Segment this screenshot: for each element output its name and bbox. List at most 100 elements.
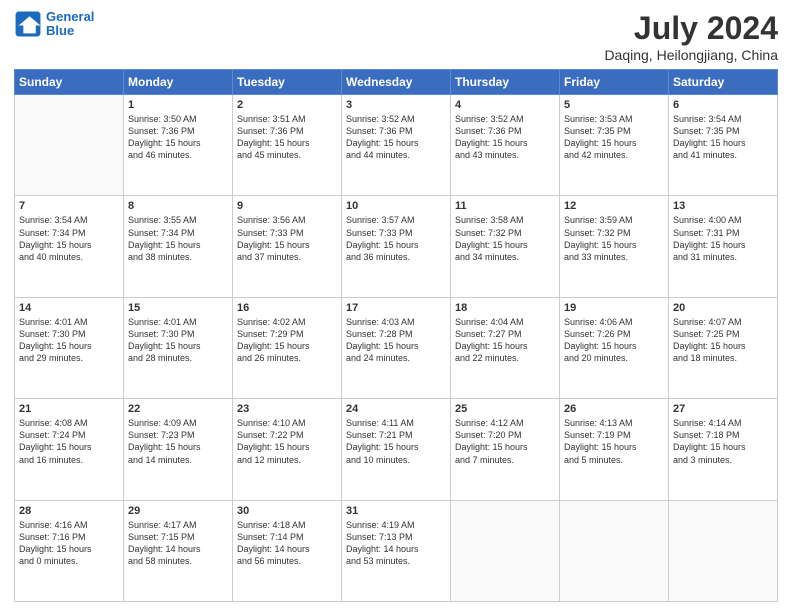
day-number: 13 (673, 200, 773, 212)
calendar-cell-3-6: 27 Sunrise: 4:14 AM Sunset: 7:18 PM Dayli… (669, 399, 778, 500)
calendar-cell-0-6: 6Sunrise: 3:54 AM Sunset: 7:35 PM Daylig… (669, 95, 778, 196)
day-info: Sunrise: 4:02 AM Sunset: 7:29 PM Dayligh… (237, 316, 337, 365)
calendar-cell-4-5 (560, 500, 669, 601)
calendar-cell-2-5: 19Sunrise: 4:06 AM Sunset: 7:26 PM Dayli… (560, 297, 669, 398)
day-number: 8 (128, 200, 228, 212)
day-info: Sunrise: 4:01 AM Sunset: 7:30 PM Dayligh… (128, 316, 228, 365)
calendar-cell-4-1: 29 Sunrise: 4:17 AM Sunset: 7:15 PM Dayli… (124, 500, 233, 601)
day-info: Sunrise: 4:17 AM Sunset: 7:15 PM Dayligh… (128, 519, 228, 568)
day-number: 12 (564, 200, 664, 212)
calendar-cell-4-6 (669, 500, 778, 601)
day-info: Sunrise: 3:58 AM Sunset: 7:32 PM Dayligh… (455, 214, 555, 263)
header-tuesday: Tuesday (233, 70, 342, 95)
header-friday: Friday (560, 70, 669, 95)
logo: General Blue (14, 10, 94, 39)
calendar-row-4: 28Sunrise: 4:16 AM Sunset: 7:16 PM Dayli… (15, 500, 778, 601)
calendar-cell-0-1: 1 Sunrise: 3:50 AM Sunset: 7:36 PM Daylig… (124, 95, 233, 196)
day-number: 24 (346, 403, 446, 415)
calendar-cell-4-2: 30 Sunrise: 4:18 AM Sunset: 7:14 PM Dayli… (233, 500, 342, 601)
day-number: 14 (19, 302, 119, 314)
day-number: 10 (346, 200, 446, 212)
logo-line2: Blue (46, 23, 74, 38)
day-number: 7 (19, 200, 119, 212)
calendar-row-0: 1 Sunrise: 3:50 AM Sunset: 7:36 PM Daylig… (15, 95, 778, 196)
main-title: July 2024 (604, 10, 778, 47)
calendar-table: Sunday Monday Tuesday Wednesday Thursday… (14, 69, 778, 602)
page: General Blue July 2024 Daqing, Heilongji… (0, 0, 792, 612)
day-info: Sunrise: 3:50 AM Sunset: 7:36 PM Dayligh… (128, 113, 228, 162)
calendar-row-1: 7Sunrise: 3:54 AM Sunset: 7:34 PM Daylig… (15, 196, 778, 297)
day-number: 30 (237, 505, 337, 517)
calendar-body: 1 Sunrise: 3:50 AM Sunset: 7:36 PM Daylig… (15, 95, 778, 602)
title-block: July 2024 Daqing, Heilongjiang, China (604, 10, 778, 63)
day-info: Sunrise: 3:52 AM Sunset: 7:36 PM Dayligh… (346, 113, 446, 162)
calendar-row-2: 14 Sunrise: 4:01 AM Sunset: 7:30 PM Dayli… (15, 297, 778, 398)
calendar-cell-0-5: 5 Sunrise: 3:53 AM Sunset: 7:35 PM Daylig… (560, 95, 669, 196)
day-info: Sunrise: 4:09 AM Sunset: 7:23 PM Dayligh… (128, 417, 228, 466)
calendar-cell-1-6: 13 Sunrise: 4:00 AM Sunset: 7:31 PM Dayli… (669, 196, 778, 297)
day-number: 26 (564, 403, 664, 415)
header-row: Sunday Monday Tuesday Wednesday Thursday… (15, 70, 778, 95)
day-info: Sunrise: 4:19 AM Sunset: 7:13 PM Dayligh… (346, 519, 446, 568)
day-info: Sunrise: 4:18 AM Sunset: 7:14 PM Dayligh… (237, 519, 337, 568)
day-info: Sunrise: 4:10 AM Sunset: 7:22 PM Dayligh… (237, 417, 337, 466)
day-number: 4 (455, 99, 555, 111)
header-monday: Monday (124, 70, 233, 95)
calendar-cell-3-3: 24Sunrise: 4:11 AM Sunset: 7:21 PM Dayli… (342, 399, 451, 500)
calendar-cell-4-0: 28Sunrise: 4:16 AM Sunset: 7:16 PM Dayli… (15, 500, 124, 601)
calendar-cell-4-3: 31Sunrise: 4:19 AM Sunset: 7:13 PM Dayli… (342, 500, 451, 601)
calendar-cell-4-4 (451, 500, 560, 601)
day-number: 15 (128, 302, 228, 314)
day-number: 18 (455, 302, 555, 314)
day-number: 27 (673, 403, 773, 415)
calendar-cell-0-2: 2 Sunrise: 3:51 AM Sunset: 7:36 PM Daylig… (233, 95, 342, 196)
day-number: 29 (128, 505, 228, 517)
day-info: Sunrise: 4:07 AM Sunset: 7:25 PM Dayligh… (673, 316, 773, 365)
calendar-cell-0-3: 3Sunrise: 3:52 AM Sunset: 7:36 PM Daylig… (342, 95, 451, 196)
calendar-cell-2-0: 14 Sunrise: 4:01 AM Sunset: 7:30 PM Dayli… (15, 297, 124, 398)
day-number: 22 (128, 403, 228, 415)
day-info: Sunrise: 4:00 AM Sunset: 7:31 PM Dayligh… (673, 214, 773, 263)
calendar-cell-3-5: 26Sunrise: 4:13 AM Sunset: 7:19 PM Dayli… (560, 399, 669, 500)
calendar-cell-2-3: 17 Sunrise: 4:03 AM Sunset: 7:28 PM Dayli… (342, 297, 451, 398)
day-number: 23 (237, 403, 337, 415)
day-info: Sunrise: 4:14 AM Sunset: 7:18 PM Dayligh… (673, 417, 773, 466)
day-number: 21 (19, 403, 119, 415)
day-number: 1 (128, 99, 228, 111)
calendar-cell-3-2: 23 Sunrise: 4:10 AM Sunset: 7:22 PM Dayli… (233, 399, 342, 500)
day-info: Sunrise: 4:03 AM Sunset: 7:28 PM Dayligh… (346, 316, 446, 365)
calendar-cell-1-4: 11 Sunrise: 3:58 AM Sunset: 7:32 PM Dayli… (451, 196, 560, 297)
day-number: 2 (237, 99, 337, 111)
day-info: Sunrise: 3:53 AM Sunset: 7:35 PM Dayligh… (564, 113, 664, 162)
day-info: Sunrise: 3:52 AM Sunset: 7:36 PM Dayligh… (455, 113, 555, 162)
day-number: 11 (455, 200, 555, 212)
day-info: Sunrise: 4:04 AM Sunset: 7:27 PM Dayligh… (455, 316, 555, 365)
day-number: 17 (346, 302, 446, 314)
calendar-cell-2-6: 20Sunrise: 4:07 AM Sunset: 7:25 PM Dayli… (669, 297, 778, 398)
day-info: Sunrise: 3:55 AM Sunset: 7:34 PM Dayligh… (128, 214, 228, 263)
logo-line1: General (46, 9, 94, 24)
day-info: Sunrise: 3:57 AM Sunset: 7:33 PM Dayligh… (346, 214, 446, 263)
day-info: Sunrise: 3:59 AM Sunset: 7:32 PM Dayligh… (564, 214, 664, 263)
day-number: 6 (673, 99, 773, 111)
calendar-cell-1-1: 8 Sunrise: 3:55 AM Sunset: 7:34 PM Daylig… (124, 196, 233, 297)
calendar-cell-3-0: 21 Sunrise: 4:08 AM Sunset: 7:24 PM Dayli… (15, 399, 124, 500)
header-sunday: Sunday (15, 70, 124, 95)
header-wednesday: Wednesday (342, 70, 451, 95)
calendar-row-3: 21 Sunrise: 4:08 AM Sunset: 7:24 PM Dayli… (15, 399, 778, 500)
day-number: 9 (237, 200, 337, 212)
day-info: Sunrise: 4:08 AM Sunset: 7:24 PM Dayligh… (19, 417, 119, 466)
header-thursday: Thursday (451, 70, 560, 95)
day-info: Sunrise: 4:12 AM Sunset: 7:20 PM Dayligh… (455, 417, 555, 466)
subtitle: Daqing, Heilongjiang, China (604, 47, 778, 63)
calendar-cell-2-2: 16Sunrise: 4:02 AM Sunset: 7:29 PM Dayli… (233, 297, 342, 398)
day-info: Sunrise: 4:06 AM Sunset: 7:26 PM Dayligh… (564, 316, 664, 365)
calendar-cell-1-3: 10 Sunrise: 3:57 AM Sunset: 7:33 PM Dayli… (342, 196, 451, 297)
day-number: 5 (564, 99, 664, 111)
day-number: 25 (455, 403, 555, 415)
logo-text: General Blue (46, 10, 94, 39)
day-info: Sunrise: 4:01 AM Sunset: 7:30 PM Dayligh… (19, 316, 119, 365)
day-info: Sunrise: 3:51 AM Sunset: 7:36 PM Dayligh… (237, 113, 337, 162)
calendar-cell-2-4: 18 Sunrise: 4:04 AM Sunset: 7:27 PM Dayli… (451, 297, 560, 398)
calendar-cell-3-4: 25 Sunrise: 4:12 AM Sunset: 7:20 PM Dayli… (451, 399, 560, 500)
